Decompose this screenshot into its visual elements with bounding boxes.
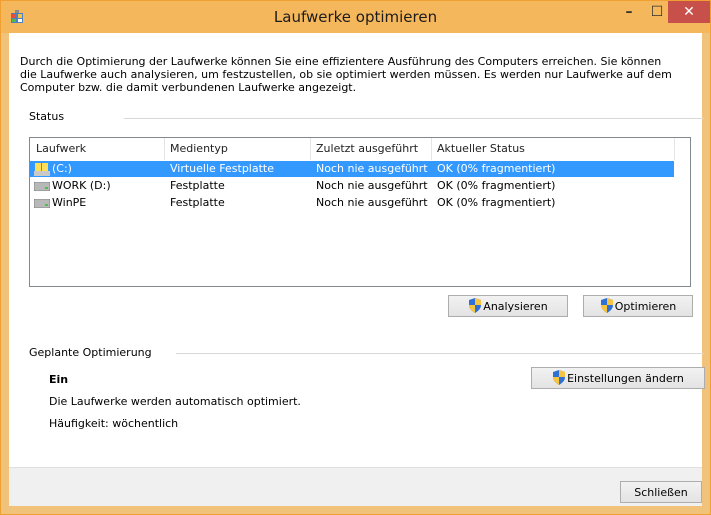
windows-drive-icon — [34, 162, 50, 176]
optimize-label: Optimieren — [614, 300, 677, 313]
optimize-button[interactable]: Optimieren — [583, 295, 693, 317]
close-window-button[interactable]: ✕ — [668, 1, 710, 23]
column-header-medientyp[interactable]: Medientyp — [164, 138, 311, 160]
drive-name: WinPE — [52, 196, 87, 209]
status-section-label: Status — [29, 110, 65, 123]
drive-last-run: Noch nie ausgeführt — [316, 179, 428, 192]
column-header-zuletzt[interactable]: Zuletzt ausgeführt — [310, 138, 432, 160]
scheduled-divider — [176, 353, 704, 354]
drive-name: (C:) — [52, 162, 72, 175]
drive-last-run: Noch nie ausgeführt — [316, 162, 428, 175]
maximize-button[interactable]: ☐ — [643, 1, 671, 23]
uac-shield-icon — [553, 370, 566, 385]
drive-status: OK (0% fragmentiert) — [437, 179, 556, 192]
drive-status: OK (0% fragmentiert) — [437, 162, 556, 175]
drive-row-winpe[interactable]: WinPE Festplatte Noch nie ausgeführt OK … — [30, 195, 674, 211]
drive-media-type: Festplatte — [170, 179, 225, 192]
title-bar[interactable]: Laufwerke optimieren – ☐ ✕ — [1, 1, 710, 33]
window-title: Laufwerke optimieren — [273, 8, 438, 26]
hard-drive-icon — [34, 198, 50, 208]
scheduled-section-label: Geplante Optimierung — [29, 346, 152, 359]
change-settings-button[interactable]: Einstellungen ändern — [531, 367, 705, 389]
change-settings-label: Einstellungen ändern — [567, 372, 684, 385]
close-button[interactable]: Schließen — [620, 481, 702, 503]
footer-bar — [9, 467, 702, 506]
drive-media-type: Virtuelle Festplatte — [170, 162, 275, 175]
schedule-frequency: Häufigkeit: wöchentlich — [49, 417, 179, 430]
window: Laufwerke optimieren – ☐ ✕ Durch die Opt… — [0, 0, 711, 515]
uac-shield-icon — [600, 298, 613, 313]
analyze-button[interactable]: Analysieren — [448, 295, 568, 317]
schedule-state: Ein — [49, 373, 69, 386]
minimize-button[interactable]: – — [615, 1, 643, 23]
description-text: Durch die Optimierung der Laufwerke könn… — [20, 55, 672, 94]
hard-drive-icon — [34, 181, 50, 191]
drive-row-c[interactable]: (C:) Virtuelle Festplatte Noch nie ausge… — [30, 161, 674, 177]
drive-last-run: Noch nie ausgeführt — [316, 196, 428, 209]
column-header-status[interactable]: Aktueller Status — [431, 138, 675, 160]
analyze-label: Analysieren — [483, 300, 548, 313]
drive-name: WORK (D:) — [52, 179, 111, 192]
drive-media-type: Festplatte — [170, 196, 225, 209]
status-divider — [124, 118, 704, 119]
drive-row-d[interactable]: WORK (D:) Festplatte Noch nie ausgeführt… — [30, 178, 674, 194]
drive-list[interactable]: Laufwerk Medientyp Zuletzt ausgeführt Ak… — [29, 137, 691, 287]
column-header-laufwerk[interactable]: Laufwerk — [30, 138, 165, 160]
schedule-info: Die Laufwerke werden automatisch optimie… — [49, 395, 301, 408]
uac-shield-icon — [469, 298, 482, 313]
drive-status: OK (0% fragmentiert) — [437, 196, 556, 209]
